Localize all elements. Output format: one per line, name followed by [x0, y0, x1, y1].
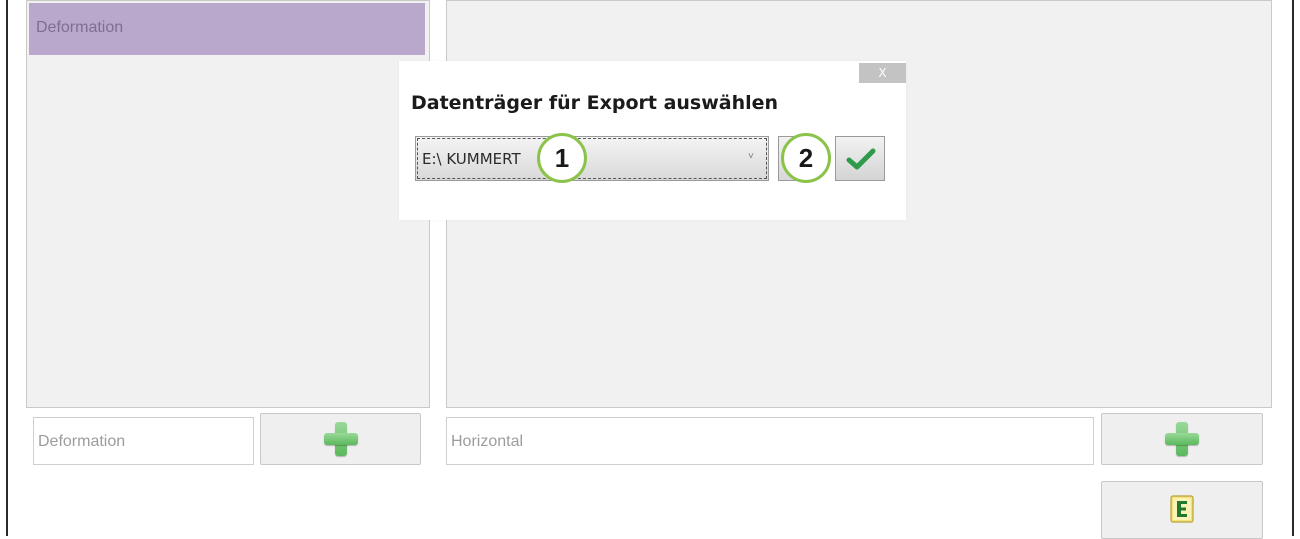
export-e-icon — [1170, 495, 1194, 523]
drive-select[interactable]: E:\ KUMMERT ˅ — [415, 136, 769, 181]
left-name-input[interactable]: Deformation — [33, 417, 254, 465]
drive-select-value: E:\ KUMMERT — [422, 150, 521, 168]
dialog-title: Datenträger für Export auswählen — [411, 92, 779, 114]
left-list-panel: Deformation — [26, 0, 430, 408]
plus-icon — [1164, 421, 1200, 457]
export-button[interactable] — [1101, 481, 1263, 539]
list-item-deformation[interactable]: Deformation — [29, 3, 425, 55]
callout-2: 2 — [781, 133, 831, 183]
callout-1: 1 — [537, 133, 587, 183]
confirm-button[interactable] — [835, 136, 885, 181]
right-add-button[interactable] — [1101, 413, 1263, 465]
chevron-down-icon: ˅ — [748, 151, 754, 162]
left-add-button[interactable] — [260, 413, 421, 465]
close-button[interactable]: X — [859, 63, 906, 83]
right-name-input[interactable]: Horizontal — [446, 417, 1094, 465]
check-icon — [846, 148, 876, 170]
plus-icon — [323, 421, 359, 457]
export-drive-dialog: X Datenträger für Export auswählen E:\ K… — [399, 61, 906, 220]
